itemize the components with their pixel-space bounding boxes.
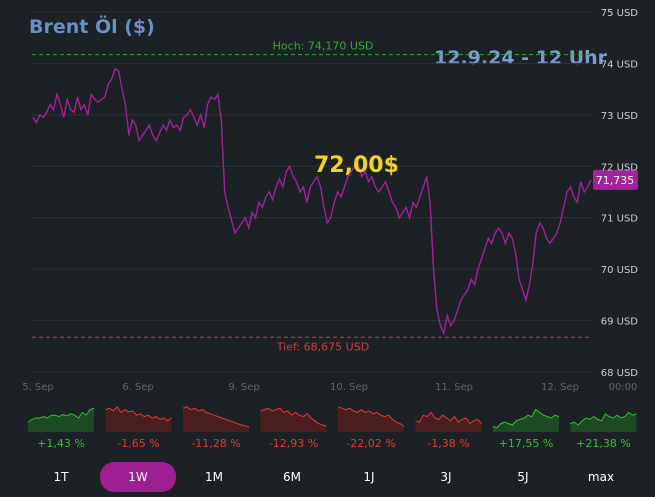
- tab-3J[interactable]: 3J: [408, 462, 484, 492]
- tab-1W[interactable]: 1W: [100, 462, 176, 492]
- tab-6M[interactable]: 6M: [254, 462, 330, 492]
- low-label: Tief: 68,675 USD: [276, 340, 369, 353]
- period-sparklines: +1,43 % -1,65 % -11,28 % -12,93 % -22,02 % -1…: [27, 405, 637, 450]
- x-tick-label: 11. Sep: [435, 382, 473, 393]
- period-change-label: +1,43 %: [37, 437, 85, 450]
- y-tick-label: 75 USD: [601, 8, 639, 19]
- x-tick-label: 6. Sep: [122, 382, 154, 393]
- high-label: Hoch: 74,170 USD: [273, 40, 374, 53]
- sparkline-max: +21,38 %: [570, 411, 637, 450]
- y-tick-label: 74 USD: [601, 59, 639, 70]
- period-change-label: -11,28 %: [191, 437, 240, 450]
- sparkline-area: [338, 406, 404, 432]
- sparkline-area: [183, 406, 249, 432]
- x-tick-label: 9. Sep: [228, 382, 260, 393]
- tab-5J[interactable]: 5J: [485, 462, 561, 492]
- sparkline-3J: -1,38 %: [415, 411, 482, 450]
- grid-lines: [32, 11, 592, 373]
- price-series-line: [32, 67, 592, 336]
- tab-1T[interactable]: 1T: [23, 462, 99, 492]
- period-change-label: -22,02 %: [346, 437, 395, 450]
- sparkline-area: [493, 409, 559, 432]
- period-change-label: +21,38 %: [576, 437, 631, 450]
- x-tick-label: 12. Sep: [541, 382, 579, 393]
- sparkline-5J: +17,55 %: [492, 408, 560, 450]
- period-change-label: +17,55 %: [499, 437, 554, 450]
- last-price-label: 71,735: [596, 174, 635, 187]
- y-tick-label: 68 USD: [601, 368, 639, 379]
- price-chart: Hoch: 74,170 USDTief: 68,675 USD 71,735 …: [22, 8, 639, 393]
- sparkline-area: [105, 406, 172, 432]
- sparkline-1J: -22,02 %: [337, 406, 405, 450]
- y-tick-label: 71 USD: [601, 214, 639, 225]
- sparkline-1W: -1,65 %: [105, 405, 172, 450]
- sparkline-area: [28, 408, 94, 432]
- period-tabs: 1T 1W 1M 6M 1J 3J 5J max: [0, 462, 655, 492]
- y-tick-label: 69 USD: [601, 317, 639, 328]
- y-axis-ticks: 75 USD 74 USD 73 USD 72 USD 71 USD 70 USD 69 U…: [601, 8, 639, 379]
- x-axis-ticks: 5. Sep 6. Sep 9. Sep 10. Sep 11. Sep 12. Sep 0…: [22, 382, 637, 393]
- x-tick-label: 10. Sep: [330, 382, 368, 393]
- period-change-label: -1,65 %: [117, 437, 159, 450]
- y-tick-label: 72 USD: [601, 162, 639, 173]
- price-callout: 72,00$: [314, 153, 399, 178]
- y-tick-label: 70 USD: [601, 265, 639, 276]
- sparkline-1M: -11,28 %: [182, 406, 250, 450]
- period-change-label: -12,93 %: [269, 437, 318, 450]
- period-change-label: -1,38 %: [427, 437, 469, 450]
- tab-1M[interactable]: 1M: [176, 462, 252, 492]
- reference-lines: Hoch: 74,170 USD Tief: 68,675 USD: [32, 40, 592, 353]
- tab-max[interactable]: max: [563, 462, 639, 492]
- sparkline-area: [260, 408, 327, 432]
- sparkline-1T: +1,43 %: [27, 407, 95, 450]
- x-tick-label: 5. Sep: [22, 382, 54, 393]
- x-tick-label: 00:00: [609, 382, 638, 393]
- sparkline-6M: -12,93 %: [260, 407, 327, 450]
- tab-1J[interactable]: 1J: [331, 462, 407, 492]
- y-tick-label: 73 USD: [601, 111, 639, 122]
